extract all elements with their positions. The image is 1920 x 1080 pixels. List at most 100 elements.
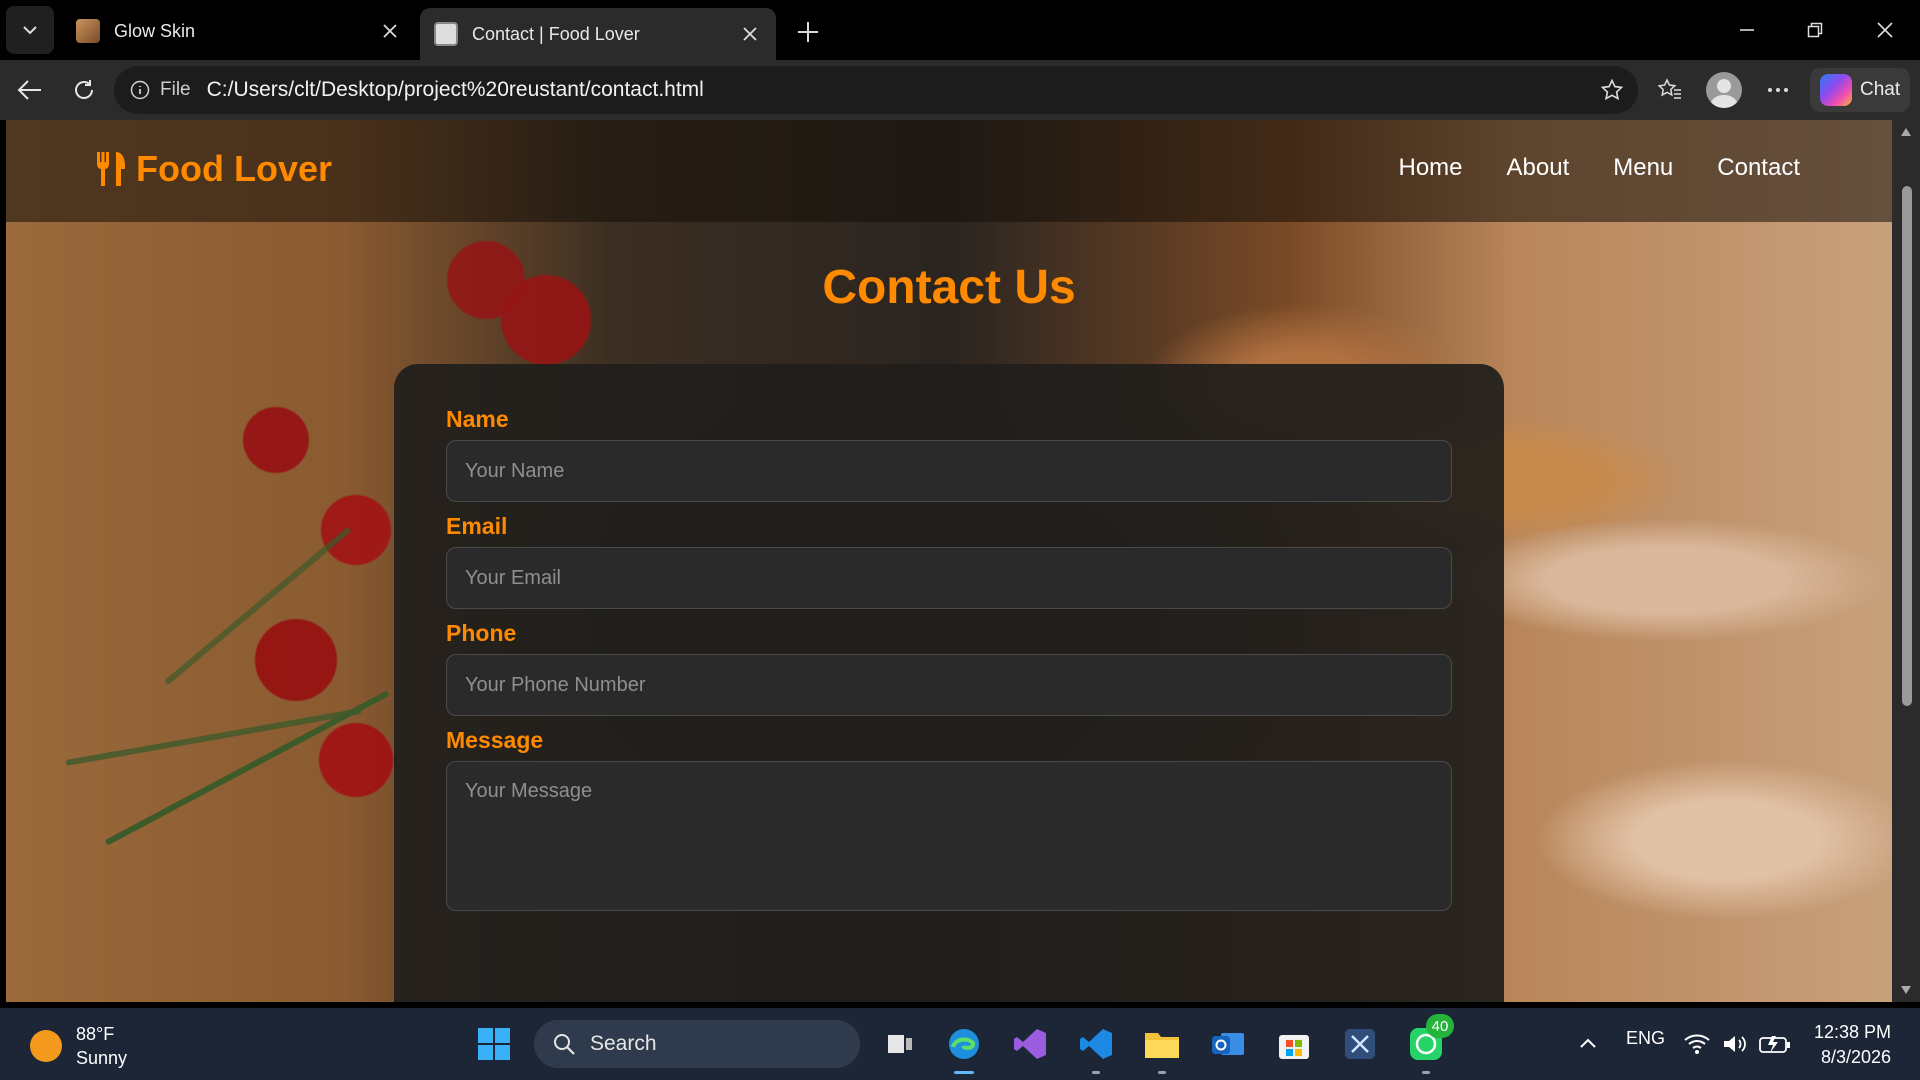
copilot-chat-button[interactable]: Chat: [1810, 68, 1910, 112]
minimize-button[interactable]: [1718, 8, 1776, 52]
copilot-icon: [1820, 74, 1852, 106]
taskbar-whatsapp[interactable]: 40: [1404, 1014, 1454, 1074]
running-indicator: [1158, 1071, 1166, 1074]
visual-studio-icon: [1014, 1029, 1046, 1059]
notification-badge: 40: [1426, 1014, 1454, 1038]
email-label: Email: [446, 513, 508, 539]
close-icon[interactable]: [378, 19, 402, 43]
restore-button[interactable]: [1786, 8, 1844, 52]
running-indicator: [1092, 1071, 1100, 1074]
start-button[interactable]: [472, 1022, 516, 1066]
favorites-list-icon: [1657, 78, 1681, 99]
nav-link-home[interactable]: Home: [1398, 154, 1462, 182]
language-indicator[interactable]: ENG: [1626, 1028, 1665, 1049]
task-view-button[interactable]: [878, 1022, 922, 1066]
page-scrollbar[interactable]: [1892, 120, 1920, 1002]
sun-icon: [30, 1030, 62, 1062]
taskbar-edge[interactable]: [942, 1022, 986, 1074]
site-logo[interactable]: Food Lover: [94, 148, 332, 190]
file-scheme-label: File: [160, 79, 191, 100]
edge-icon: [949, 1029, 979, 1059]
windows-logo-icon: [478, 1028, 510, 1060]
weather-temp: 88°F: [76, 1024, 115, 1044]
battery-charging-icon: [1759, 1036, 1790, 1053]
nav-link-menu[interactable]: Menu: [1613, 154, 1673, 182]
taskbar-search[interactable]: Search: [534, 1020, 860, 1068]
user-icon: [1711, 79, 1737, 108]
background-herb: [164, 526, 352, 686]
info-icon[interactable]: [128, 78, 152, 102]
system-clock[interactable]: 12:38 PM 8/3/2026: [1814, 1020, 1891, 1070]
taskbar-snipping-tool[interactable]: [1338, 1022, 1382, 1066]
active-indicator: [954, 1071, 974, 1074]
scroll-up-icon[interactable]: [1898, 124, 1914, 140]
snipping-tool-icon: [1345, 1029, 1375, 1059]
close-icon: [1877, 22, 1893, 38]
weather-condition: Sunny: [76, 1048, 128, 1068]
taskbar-vscode[interactable]: [1074, 1022, 1118, 1074]
message-label: Message: [446, 727, 544, 753]
volume-button[interactable]: [1718, 1022, 1752, 1066]
more-options-button[interactable]: [1756, 68, 1800, 112]
search-label: Search: [590, 1032, 657, 1055]
address-bar[interactable]: File C:/Users/clt/Desktop/project%20reus…: [114, 66, 1638, 114]
scrollbar-thumb[interactable]: [1902, 186, 1912, 706]
chevron-down-icon: [23, 26, 37, 35]
more-horizontal-icon: [1768, 88, 1788, 92]
clock-date: 8/3/2026: [1820, 1047, 1892, 1067]
message-textarea[interactable]: [446, 761, 1452, 911]
running-indicator: [1422, 1071, 1430, 1074]
tab-contact-food-lover[interactable]: Contact | Food Lover: [420, 8, 776, 60]
store-icon: [1279, 1035, 1309, 1059]
nav-link-contact[interactable]: Contact: [1717, 154, 1800, 182]
taskbar-visual-studio[interactable]: [1008, 1022, 1052, 1066]
phone-label: Phone: [446, 620, 517, 646]
battery-button[interactable]: [1756, 1022, 1794, 1066]
taskbar: 88°F Sunny Search 40 ENG 12:38 PM 8/3/20…: [0, 1008, 1920, 1080]
browser-toolbar: File C:/Users/clt/Desktop/project%20reus…: [0, 60, 1920, 120]
site-header: Food Lover Home About Menu Contact: [6, 120, 1892, 222]
scroll-down-icon[interactable]: [1898, 982, 1914, 998]
show-hidden-icons-button[interactable]: [1566, 1022, 1610, 1066]
nav-link-about[interactable]: About: [1507, 154, 1570, 182]
background-herb: [65, 707, 362, 766]
chat-label: Chat: [1860, 79, 1901, 100]
folder-icon: [1145, 1033, 1179, 1058]
favorites-button[interactable]: [1648, 68, 1692, 112]
glow-skin-favicon-icon: [76, 19, 100, 43]
taskbar-file-explorer[interactable]: [1140, 1022, 1184, 1074]
tab-list-button[interactable]: [6, 6, 54, 54]
clock-time: 12:38 PM: [1814, 1022, 1892, 1042]
vscode-icon: [1080, 1029, 1112, 1059]
new-tab-button[interactable]: [790, 14, 826, 50]
brand-name: Food Lover: [136, 148, 332, 189]
utensils-icon: [97, 152, 125, 186]
phone-input[interactable]: [446, 654, 1452, 716]
refresh-icon: [75, 80, 93, 99]
plus-icon: [798, 22, 818, 42]
refresh-button[interactable]: [62, 68, 106, 112]
profile-avatar[interactable]: [1706, 72, 1742, 108]
back-button[interactable]: [8, 68, 52, 112]
name-label: Name: [446, 406, 509, 432]
contact-form: Name Email Phone Message: [394, 364, 1504, 1002]
page-title: Contact Us: [822, 261, 1076, 314]
name-input[interactable]: [446, 440, 1452, 502]
task-view-icon: [888, 1035, 912, 1053]
weather-widget[interactable]: 88°F Sunny: [30, 1022, 127, 1070]
url-text[interactable]: C:/Users/clt/Desktop/project%20reustant/…: [207, 78, 704, 102]
close-icon[interactable]: [738, 22, 762, 46]
taskbar-store[interactable]: [1272, 1022, 1316, 1066]
favorite-star-icon[interactable]: [1596, 74, 1628, 106]
tab-glow-skin[interactable]: Glow Skin: [62, 8, 416, 54]
close-window-button[interactable]: [1856, 8, 1914, 52]
email-input[interactable]: [446, 547, 1452, 609]
restore-icon: [1807, 22, 1823, 38]
minimize-icon: [1740, 29, 1754, 31]
taskbar-outlook[interactable]: [1206, 1022, 1250, 1066]
tab-title: Contact | Food Lover: [472, 23, 640, 44]
outlook-icon: [1212, 1033, 1244, 1055]
search-icon: [554, 1034, 575, 1055]
wifi-button[interactable]: [1680, 1022, 1714, 1066]
food-lover-favicon-icon: [434, 22, 458, 46]
